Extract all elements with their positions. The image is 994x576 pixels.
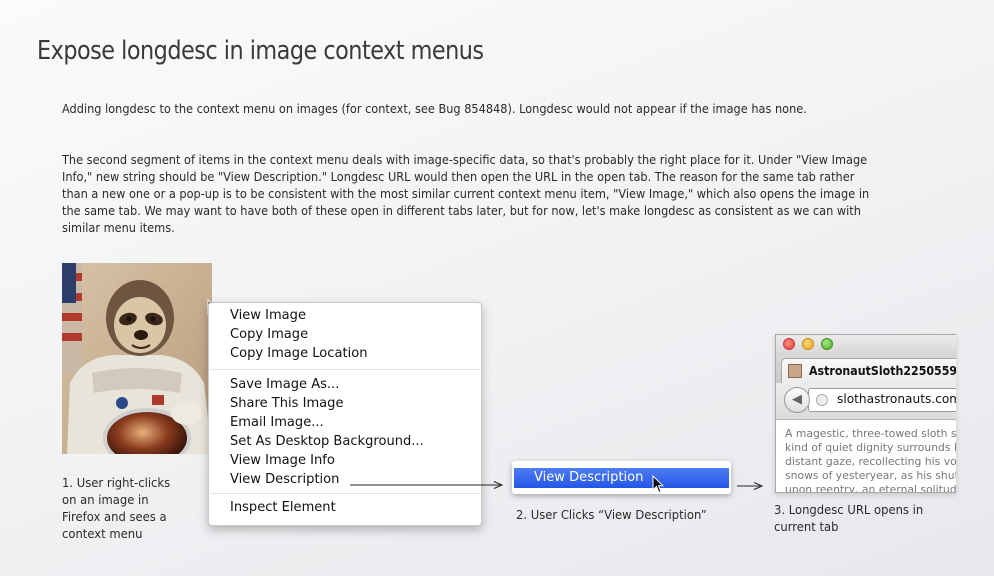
arrow-cursor-icon <box>652 474 665 498</box>
menu-item-share-this-image[interactable]: Share This Image <box>230 395 344 412</box>
paragraph-intro: Adding longdesc to the context menu on i… <box>62 101 807 116</box>
tab-title: AstronautSloth2250559_9 <box>809 364 956 378</box>
page-content: A magestic, three-towed sloth sit kind o… <box>785 427 956 493</box>
content-line: snows of yesteryear, as his shuttl <box>785 469 956 482</box>
paragraph-details: The second segment of items in the conte… <box>62 152 870 235</box>
url-text: slothastronauts.com <box>837 392 956 407</box>
right-arrow-icon <box>737 476 764 495</box>
caption-step-2: 2. User Clicks “View Description” <box>516 507 707 522</box>
menu-item-view-image[interactable]: View Image <box>230 307 306 324</box>
browser-navbar: slothastronauts.com ◀ <box>776 383 956 420</box>
content-line: upon reentry, an eternal solitude <box>785 483 956 493</box>
browser-tab[interactable]: AstronautSloth2250559_9 <box>781 358 956 384</box>
content-line: kind of quiet dignity surrounds hi <box>785 441 956 454</box>
menu-item-save-image-as[interactable]: Save Image As... <box>230 376 339 393</box>
menu-item-inspect-element[interactable]: Inspect Element <box>230 499 336 516</box>
close-window-icon[interactable] <box>783 338 795 350</box>
caption-step-3: 3. Longdesc URL opens in current tab <box>774 502 924 534</box>
zoom-window-icon[interactable] <box>821 338 833 350</box>
browser-titlebar <box>776 335 956 355</box>
caption-step-1: 1. User right-clicks on an image in Fire… <box>62 475 171 541</box>
menu-item-set-as-desktop-background[interactable]: Set As Desktop Background... <box>230 433 424 450</box>
content-line: distant gaze, recollecting his voy <box>785 455 956 468</box>
menu-item-view-image-info[interactable]: View Image Info <box>230 452 335 469</box>
highlighted-item-label: View Description <box>534 469 644 485</box>
browser-window: AstronautSloth2250559_9 slothastronauts.… <box>775 334 956 493</box>
minimize-window-icon[interactable] <box>802 338 814 350</box>
url-bar[interactable]: slothastronauts.com <box>808 388 956 412</box>
menu-item-view-description-highlighted[interactable]: View Description <box>514 468 729 488</box>
content-line: A magestic, three-towed sloth sit <box>785 427 956 440</box>
browser-tabstrip: AstronautSloth2250559_9 <box>776 355 956 384</box>
sloth-favicon-icon <box>788 364 802 378</box>
menu-item-copy-image[interactable]: Copy Image <box>230 326 308 343</box>
slide-title: Expose longdesc in image context menus <box>37 36 484 66</box>
menu-separator <box>210 369 480 370</box>
back-arrow-icon[interactable]: ◀ <box>784 387 810 413</box>
right-arrow-icon <box>350 475 505 494</box>
menu-item-email-image[interactable]: Email Image... <box>230 414 324 431</box>
menu-item-copy-image-location[interactable]: Copy Image Location <box>230 345 367 362</box>
highlighted-menu-snippet: View Description <box>512 461 731 494</box>
globe-icon <box>816 394 828 406</box>
sloth-astronaut-photo[interactable] <box>62 263 212 454</box>
menu-item-view-description[interactable]: View Description <box>230 471 339 488</box>
